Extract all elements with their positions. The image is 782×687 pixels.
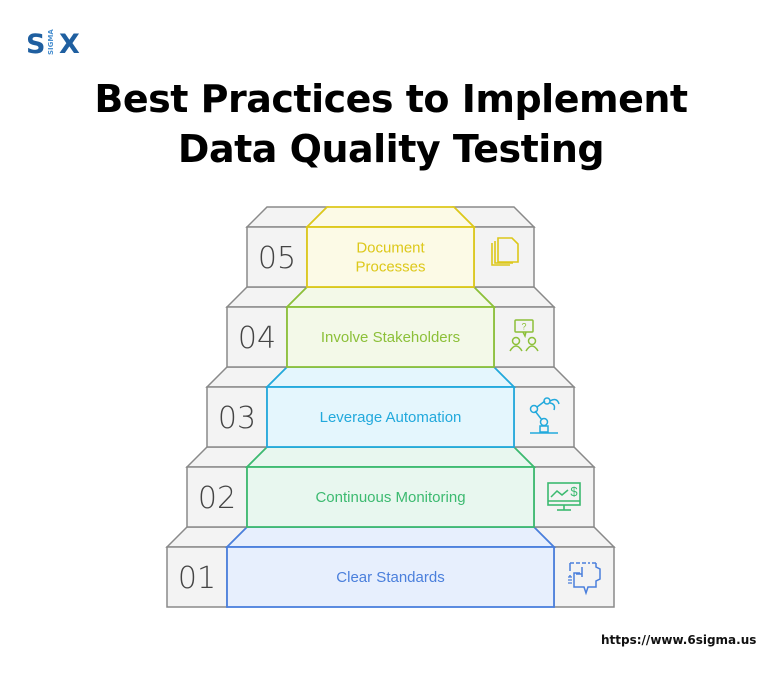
step-01: 01 Clear Standards [165,526,616,608]
step-number: 05 [258,241,296,276]
step-center-top [224,526,557,548]
step-center-face [306,226,475,288]
step-03: 03 Leverage Automation [205,366,576,448]
step-number: 02 [198,481,236,516]
svg-text:$: $ [570,484,578,499]
step-label: Processes [355,259,425,276]
step-center-top [284,286,497,308]
step-label: Document [356,240,425,257]
step-center-top [264,366,517,388]
step-05: 05 Document Processes [245,206,536,288]
step-right-face [493,306,555,368]
step-label: Leverage Automation [320,409,462,426]
step-number: 03 [218,401,256,436]
footer-url[interactable]: https://www.6sigma.us [601,633,756,647]
step-label: Continuous Monitoring [315,489,465,506]
step-center-top [304,206,477,228]
step-right-face [473,226,535,288]
step-right-face [513,386,575,448]
step-label: Involve Stakeholders [321,329,460,346]
step-02: 02 Continuous Monitoring $ [185,446,596,528]
step-right-face [553,546,615,608]
step-label: Clear Standards [336,569,444,586]
step-number: 04 [238,321,276,356]
svg-text:?: ? [521,322,526,332]
step-04: 04 Involve Stakeholders? [225,286,556,368]
staircase-diagram: 01 Clear Standards 02 Continuous Monitoring… [165,206,616,608]
step-number: 01 [178,561,216,596]
step-right-face [533,466,595,528]
step-center-top [244,446,537,468]
